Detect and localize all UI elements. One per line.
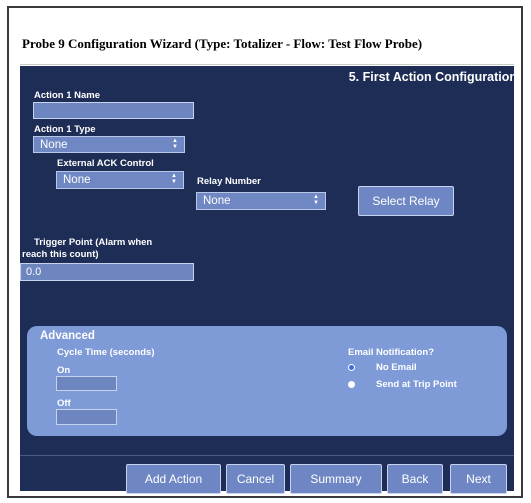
advanced-title: Advanced (40, 330, 95, 342)
send-at-trip-point-radio-icon[interactable] (348, 381, 355, 388)
title-divider (20, 64, 514, 65)
back-button[interactable]: Back (387, 464, 443, 494)
select-relay-button[interactable]: Select Relay (358, 186, 454, 216)
action-type-select[interactable]: None ▲ ▼ (33, 136, 185, 153)
cancel-button[interactable]: Cancel (226, 464, 285, 494)
step-title: 5. First Action Configuration (348, 70, 517, 84)
updown-chevron-icon: ▲ ▼ (172, 138, 178, 150)
action-type-value: None (40, 139, 68, 151)
wizard-title: Probe 9 Configuration Wizard (Type: Tota… (22, 36, 423, 51)
panel-divider (20, 455, 514, 456)
relay-label: Relay Number (197, 176, 261, 187)
trigger-label-line2: reach this count) (22, 249, 99, 260)
send-at-trip-point-label: Send at Trip Point (376, 379, 457, 390)
trigger-point-input[interactable]: 0.0 (20, 263, 194, 281)
action-name-input[interactable] (33, 102, 194, 119)
email-notification-label: Email Notification? (348, 347, 435, 358)
action-name-label: Action 1 Name (34, 90, 100, 101)
off-label: Off (57, 398, 71, 409)
action-type-label: Action 1 Type (34, 124, 96, 135)
cycle-time-label: Cycle Time (seconds) (57, 347, 155, 358)
relay-value: None (203, 195, 231, 207)
summary-button[interactable]: Summary (290, 464, 382, 494)
trigger-label-line1: Trigger Point (Alarm when (34, 237, 153, 248)
cycle-off-input[interactable] (56, 409, 117, 425)
add-action-button[interactable]: Add Action (126, 464, 221, 494)
updown-chevron-icon: ▲ ▼ (171, 173, 177, 185)
ack-control-select[interactable]: None ▲ ▼ (56, 171, 184, 189)
next-button[interactable]: Next (450, 464, 507, 494)
no-email-label: No Email (376, 362, 417, 373)
on-label: On (57, 365, 71, 376)
ack-value: None (63, 174, 91, 186)
updown-chevron-icon: ▲ ▼ (313, 194, 319, 206)
no-email-radio-icon[interactable] (348, 364, 355, 371)
relay-number-select[interactable]: None ▲ ▼ (196, 192, 326, 210)
cycle-on-input[interactable] (56, 376, 117, 391)
ack-label: External ACK Control (57, 158, 154, 169)
